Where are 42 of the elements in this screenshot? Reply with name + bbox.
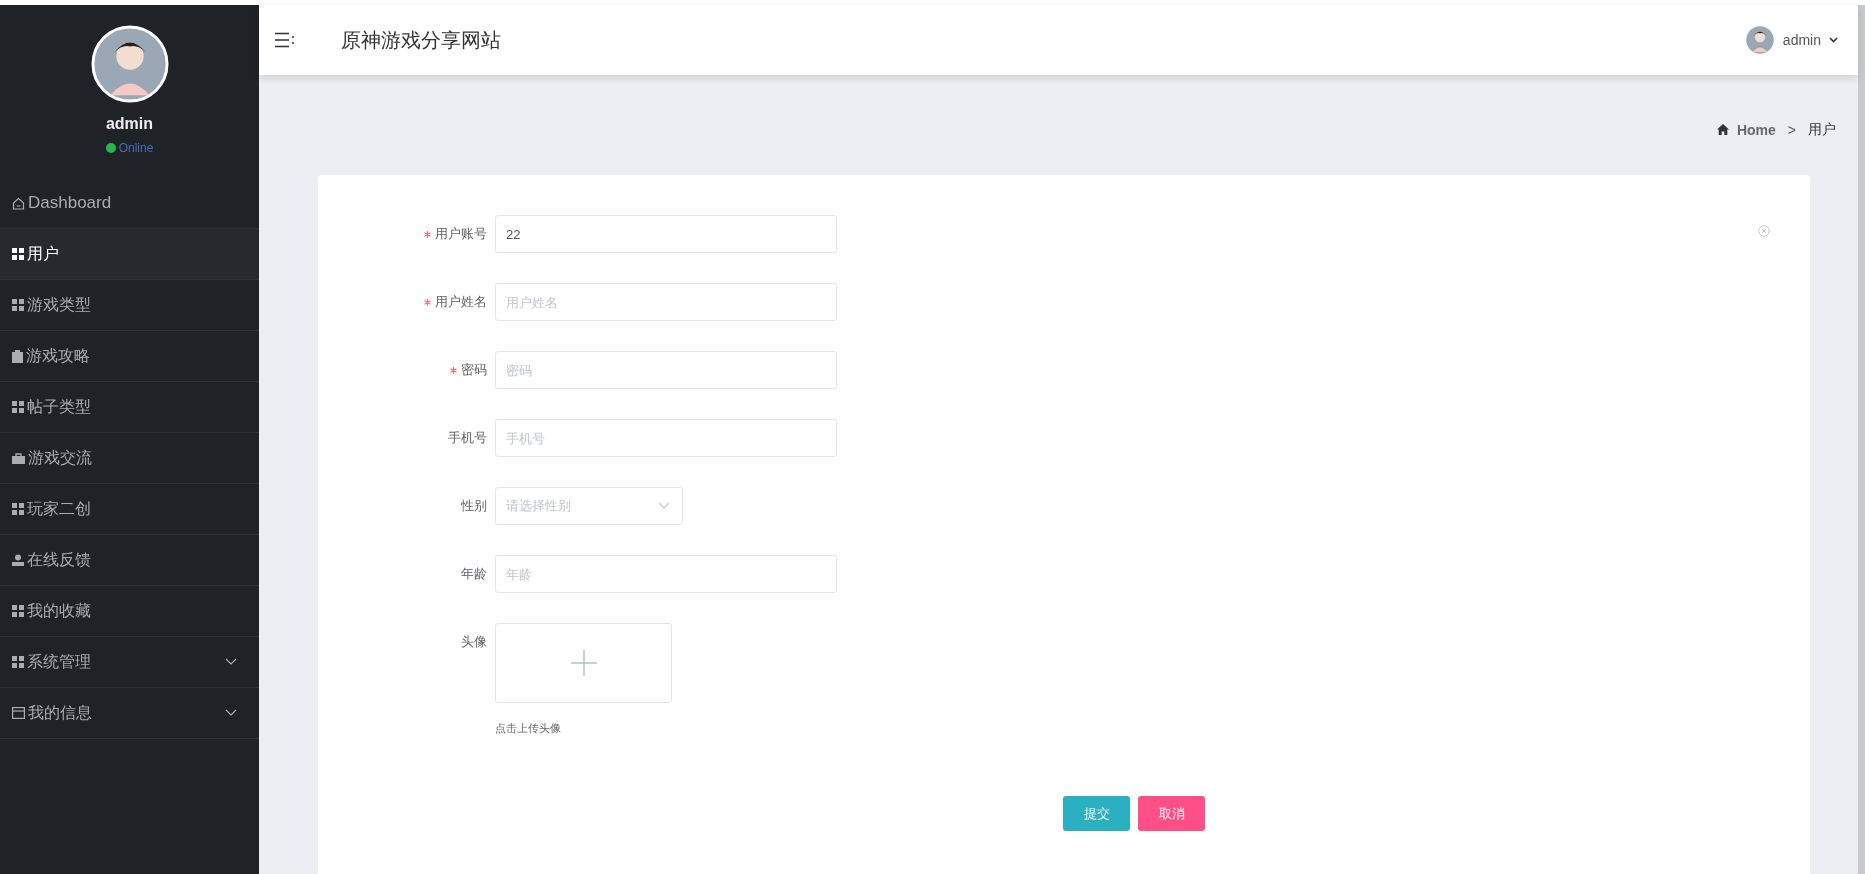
user-menu[interactable]: admin (1744, 25, 1842, 55)
close-icon[interactable] (1758, 225, 1770, 237)
grid-icon (12, 401, 24, 413)
text-field[interactable]: 年龄 (495, 555, 837, 593)
clipboard-icon (12, 349, 23, 363)
user-name: admin (105, 115, 154, 133)
grid-icon (12, 605, 24, 617)
grid-icon (12, 503, 24, 515)
field-label: 用户姓名 (435, 293, 487, 311)
text-field[interactable]: 用户姓名 (495, 283, 837, 321)
text-field[interactable]: 22 (495, 215, 837, 253)
site-title: 原神游戏分享网站 (341, 27, 501, 53)
status-text: Online (118, 141, 154, 155)
text-field[interactable]: 密码 (495, 351, 837, 389)
field-label: 手机号 (448, 429, 487, 447)
chevron-icon (658, 502, 670, 510)
upload-hint: 点击上传头像 (495, 721, 562, 736)
field-label: 年龄 (461, 565, 487, 583)
grid-icon (12, 656, 24, 668)
field-label: 密码 (461, 361, 487, 379)
sidebar-item[interactable]: 用户 (0, 229, 259, 280)
upload-area[interactable] (495, 623, 672, 703)
avatar-icon (90, 25, 169, 103)
breadcrumb-current: 用户 (1808, 120, 1836, 139)
grid-icon (12, 299, 24, 311)
grid-icon (12, 248, 24, 260)
chevron-icon (1829, 37, 1838, 43)
card-icon (12, 707, 25, 719)
status-dot (105, 143, 116, 153)
text-field[interactable]: 手机号 (495, 419, 837, 457)
field-label: 头像 (461, 633, 487, 651)
home-icon (12, 196, 25, 210)
menu-icon[interactable] (275, 32, 295, 48)
breadcrumb-link[interactable]: Home (1736, 121, 1776, 138)
briefcase-icon (12, 452, 25, 464)
home-icon (1716, 124, 1729, 135)
breadcrumb-separator: > (1787, 121, 1796, 138)
avatar-icon (1744, 25, 1775, 55)
field-label: 用户账号 (435, 225, 487, 243)
plus-icon (570, 650, 597, 676)
field-label: 性别 (461, 497, 487, 515)
person-icon (12, 554, 24, 566)
